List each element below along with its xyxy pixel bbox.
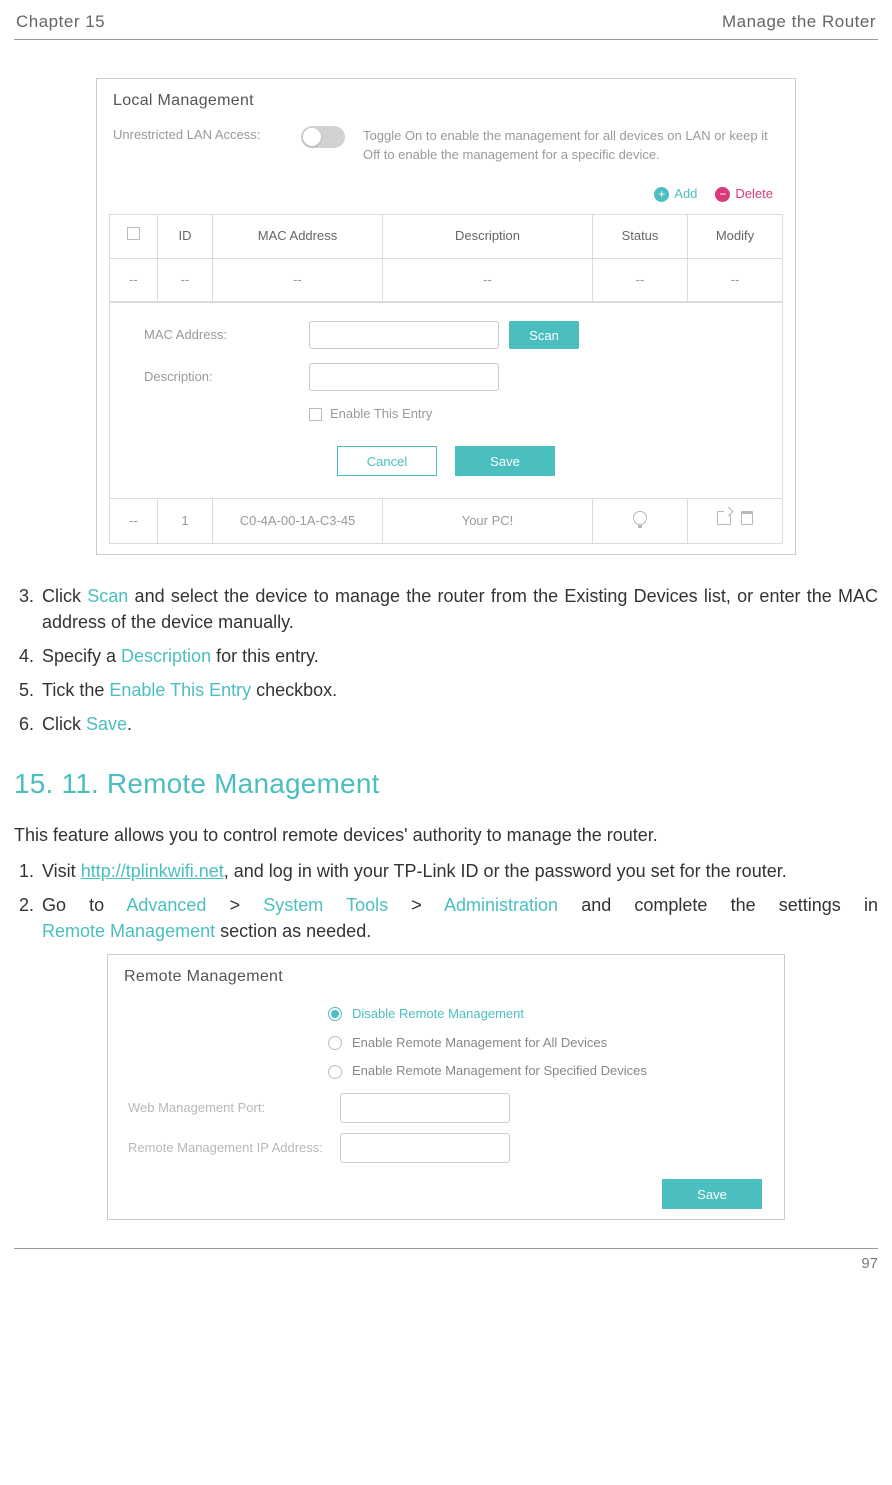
select-all-checkbox[interactable] [127, 227, 140, 240]
description-input[interactable] [309, 363, 499, 391]
table-row: -- 1 C0-4A-00-1A-C3-45 Your PC! [110, 499, 783, 544]
step-text: Specify a Description for this entry. [40, 643, 878, 669]
page-header: Chapter 15 Manage the Router [14, 10, 878, 40]
save-button[interactable]: Save [662, 1179, 762, 1209]
unrestricted-lan-toggle[interactable] [301, 126, 345, 148]
step-number: 4. [14, 643, 34, 669]
step-text: Visit http://tplinkwifi.net, and log in … [40, 858, 878, 884]
minus-icon: − [715, 187, 730, 202]
option-disable[interactable]: Disable Remote Management [328, 1005, 784, 1024]
col-mac: MAC Address [213, 214, 383, 258]
section-intro: This feature allows you to control remot… [14, 822, 878, 848]
bulb-icon[interactable] [633, 511, 647, 525]
cancel-button[interactable]: Cancel [337, 446, 437, 476]
keyword: Enable This Entry [109, 680, 251, 700]
remote-mgmt-options: Disable Remote Management Enable Remote … [328, 1005, 784, 1082]
step-number: 5. [14, 677, 34, 703]
step-number: 2. [14, 892, 34, 944]
radio-icon [328, 1036, 342, 1050]
step-text: Tick the Enable This Entry checkbox. [40, 677, 878, 703]
option-enable-all[interactable]: Enable Remote Management for All Devices [328, 1034, 784, 1053]
nav-system-tools: System Tools [263, 895, 388, 915]
add-label: Add [674, 185, 697, 204]
row-desc: Your PC! [383, 499, 593, 544]
chapter-label: Chapter 15 [16, 10, 105, 35]
page-number: 97 [861, 1253, 878, 1275]
unrestricted-lan-label: Unrestricted LAN Access: [113, 126, 283, 145]
local-management-panel: Local Management Unrestricted LAN Access… [96, 78, 796, 555]
plus-icon: + [654, 187, 669, 202]
web-port-input[interactable] [340, 1093, 510, 1123]
col-desc: Description [383, 214, 593, 258]
edit-entry-form: MAC Address: Scan Description: Enable Th… [110, 302, 782, 498]
add-button[interactable]: + Add [654, 185, 697, 204]
chapter-title: Manage the Router [722, 10, 876, 35]
keyword: Description [121, 646, 211, 666]
devices-table: ID MAC Address Description Status Modify… [109, 214, 783, 544]
step-text: Go to Advanced > System Tools > Administ… [40, 892, 878, 944]
mac-address-label: MAC Address: [144, 326, 299, 345]
nav-remote-management: Remote Management [42, 921, 215, 941]
nav-administration: Administration [444, 895, 558, 915]
delete-button[interactable]: − Delete [715, 185, 773, 204]
col-id: ID [158, 214, 213, 258]
save-button[interactable]: Save [455, 446, 555, 476]
page-footer: 97 [14, 1248, 878, 1275]
radio-icon [328, 1065, 342, 1079]
keyword: Save [86, 714, 127, 734]
delete-label: Delete [735, 185, 773, 204]
col-modify: Modify [688, 214, 783, 258]
remote-ip-label: Remote Management IP Address: [128, 1139, 328, 1158]
remote-management-panel: Remote Management Disable Remote Managem… [107, 954, 785, 1220]
panel-title: Local Management [97, 79, 795, 126]
instruction-list: 1. Visit http://tplinkwifi.net, and log … [14, 858, 878, 944]
web-port-label: Web Management Port: [128, 1099, 328, 1118]
nav-advanced: Advanced [126, 895, 206, 915]
enable-entry-label: Enable This Entry [330, 405, 432, 424]
trash-icon[interactable] [741, 511, 753, 525]
step-number: 3. [14, 583, 34, 635]
panel-title: Remote Management [108, 955, 784, 1002]
scan-button[interactable]: Scan [509, 321, 579, 349]
enable-entry-checkbox[interactable] [309, 408, 322, 421]
option-enable-specified[interactable]: Enable Remote Management for Specified D… [328, 1062, 784, 1081]
radio-icon [328, 1007, 342, 1021]
edit-icon[interactable] [717, 511, 731, 525]
table-row: -- -- -- -- -- -- [110, 258, 783, 302]
mac-address-input[interactable] [309, 321, 499, 349]
toggle-help-text: Toggle On to enable the management for a… [363, 126, 779, 165]
section-heading: 15. 11. Remote Management [14, 764, 878, 805]
tplinkwifi-link[interactable]: http://tplinkwifi.net [81, 861, 224, 881]
remote-ip-input[interactable] [340, 1133, 510, 1163]
instruction-list: 3.Click Scan and select the device to ma… [14, 583, 878, 737]
step-text: Click Scan and select the device to mana… [40, 583, 878, 635]
keyword: Scan [87, 586, 128, 606]
step-number: 1. [14, 858, 34, 884]
col-status: Status [593, 214, 688, 258]
description-label: Description: [144, 368, 299, 387]
step-text: Click Save. [40, 711, 878, 737]
step-number: 6. [14, 711, 34, 737]
row-mac: C0-4A-00-1A-C3-45 [213, 499, 383, 544]
row-id: 1 [158, 499, 213, 544]
